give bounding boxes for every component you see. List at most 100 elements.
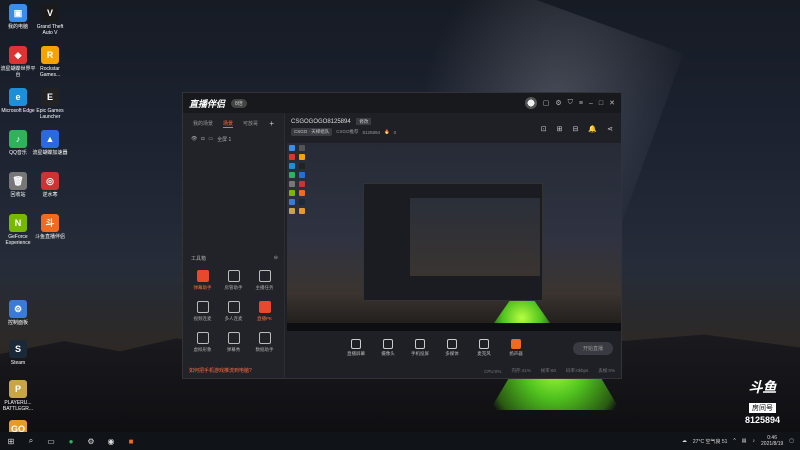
network-icon[interactable]: ▤ <box>742 438 747 444</box>
desktop-icon[interactable]: E Epic Games Launcher <box>32 88 68 120</box>
tool-icon <box>196 270 209 282</box>
desktop-icon[interactable]: e Microsoft Edge <box>0 88 36 114</box>
status-item: 内存:41% <box>511 368 531 373</box>
title-icons: ▢ ⚙ ⛉ ≡ – □ ✕ <box>524 97 615 109</box>
tab-other[interactable]: 可放哥 <box>243 120 258 127</box>
desktop-icon-label: PLAYERU... BATTLEGR... <box>2 400 34 412</box>
fans-count: 0 <box>393 129 397 135</box>
settings-taskbar-icon[interactable]: ⚙ <box>86 436 96 446</box>
clock-date: 2021/8/19 <box>761 441 784 447</box>
task-view-icon[interactable]: ▭ <box>46 436 56 446</box>
source-button[interactable]: 直播屏幕 <box>343 339 369 357</box>
gift-icon[interactable]: ⊞ <box>557 125 563 133</box>
desktop-icon[interactable]: ♪ QQ音乐 <box>0 130 36 156</box>
source-icon <box>351 339 361 349</box>
desktop-icon[interactable]: ⚙ 控制面板 <box>0 300 36 326</box>
tool-item[interactable]: 弹幕秀 <box>218 332 249 353</box>
tool-item[interactable]: 弹幕助手 <box>187 270 218 291</box>
fire-icon: 🔥 <box>384 129 390 134</box>
desktop-icon[interactable]: 斗斗鱼直播伴侣 <box>32 214 68 240</box>
desktop-icon[interactable]: P PLAYERU... BATTLEGR... <box>0 380 36 412</box>
room-title: CSGOGOGO8125894 <box>291 119 351 125</box>
toolbox-grid: 弹幕助手 房管助手 主播任务视频连麦 多人连麦 直播PK 虚拟形象 弹幕秀 数据助手 <box>187 270 280 353</box>
douyu-taskbar-icon[interactable]: ■ <box>126 436 136 446</box>
menu-icon[interactable]: ≡ <box>579 100 583 107</box>
clock[interactable]: 0:46 2021/8/19 <box>761 435 783 447</box>
room-header: CSGOGOGO8125894 修改 CSGO · 天梯组队 CSGO推荐 81… <box>291 118 397 136</box>
bell-icon[interactable]: 🔔 <box>588 125 597 133</box>
avatar[interactable] <box>524 97 537 109</box>
message-icon[interactable]: ▢ <box>543 99 550 107</box>
tool-item[interactable]: 主播任务 <box>249 270 280 291</box>
bottom-hint[interactable]: 如何把手机游戏推流到电脑? <box>189 367 252 374</box>
watermark-room-number: 8125894 <box>744 415 780 425</box>
notification-icon[interactable]: ▢ <box>789 438 794 444</box>
weather-text[interactable]: 27°C 空气良 51 <box>693 438 728 445</box>
source-button[interactable]: 多媒体 <box>439 339 465 357</box>
scene-label: 全屏 1 <box>217 137 232 143</box>
live-companion-window[interactable]: 直播伴侣 8倍 ▢ ⚙ ⛉ ≡ – □ ✕ 我的场景 场景 可放哥 + 👁 ◘ … <box>182 92 622 379</box>
desktop-icon-label: Steam <box>10 360 26 366</box>
tool-label: 数据助手 <box>255 347 274 352</box>
tray-arrow-icon[interactable]: ^ <box>733 438 735 444</box>
version-badge: 8倍 <box>231 98 247 108</box>
tool-item[interactable]: 房管助手 <box>218 270 249 291</box>
shield-icon[interactable]: ⛉ <box>568 99 573 107</box>
qq-music-taskbar-icon[interactable]: ● <box>66 436 76 446</box>
tool-item[interactable]: 直播PK <box>249 301 280 322</box>
desktop-icon[interactable]: ▣ 我的电脑 <box>0 4 36 30</box>
app-icon: ♪ <box>9 130 27 148</box>
source-button[interactable]: 扬声器 <box>503 339 529 357</box>
desktop-icon[interactable]: S Steam <box>0 340 36 366</box>
desktop-icon-label: Epic Games Launcher <box>36 108 64 120</box>
tab-my-scenes[interactable]: 我的场景 <box>193 120 213 127</box>
tool-item[interactable]: 虚拟形象 <box>187 332 218 353</box>
share-icon[interactable]: ⋖ <box>607 125 613 133</box>
close-icon[interactable]: ✕ <box>609 99 615 107</box>
cloud-icon: ☁ <box>681 438 687 444</box>
tab-scenes[interactable]: 场景 <box>223 120 234 128</box>
search-icon[interactable]: ⌕ <box>26 436 36 446</box>
desktop-icon[interactable]: R Rockstar Games... <box>32 46 68 78</box>
toolbox-title: 工具箱 <box>191 256 207 262</box>
lock-icon[interactable]: ◘ <box>201 136 204 143</box>
start-live-button[interactable]: 开始直播 <box>572 341 613 355</box>
tool-item[interactable]: 多人连麦 <box>218 301 249 322</box>
source-button[interactable]: 麦克风 <box>471 339 497 357</box>
screen-icon[interactable]: ⊟ <box>573 125 579 133</box>
tool-icon <box>196 301 209 313</box>
titlebar[interactable]: 直播伴侣 8倍 ▢ ⚙ ⛉ ≡ – □ ✕ <box>183 93 621 113</box>
steam-taskbar-icon[interactable]: ◉ <box>106 436 116 446</box>
scene-item[interactable]: 👁 ◘ ▭ 全屏 1 <box>183 134 284 145</box>
add-icon[interactable]: + <box>269 119 274 128</box>
eye-icon[interactable]: 👁 <box>191 136 197 143</box>
record-icon[interactable]: ⊡ <box>541 125 547 133</box>
windows-start-icon[interactable]: ⊞ <box>6 436 16 446</box>
desktop-icon[interactable]: V Grand Theft Auto V <box>32 4 68 36</box>
desktop-icon[interactable]: ▲ 流星蝴蝶加速器 <box>32 130 68 156</box>
app-logo: 直播伴侣 <box>189 98 226 109</box>
tool-item[interactable]: 视频连麦 <box>187 301 218 322</box>
tool-label: 多人连麦 <box>224 316 243 321</box>
volume-icon[interactable]: ♪ <box>753 438 756 444</box>
preview-canvas[interactable] <box>287 143 621 331</box>
maximize-icon[interactable]: □ <box>599 100 603 107</box>
tool-item[interactable]: 数据助手 <box>249 332 280 353</box>
desktop-icon-label: 斗鱼直播伴侣 <box>34 234 65 240</box>
settings-icon[interactable]: ⚙ <box>555 99 561 107</box>
app-icon: ▲ <box>41 130 59 148</box>
minimize-icon[interactable]: – <box>589 100 593 107</box>
source-icon <box>447 339 457 349</box>
desktop-icon[interactable]: N GeForce Experience <box>0 214 36 246</box>
desktop-icon[interactable]: 🗑 回收站 <box>0 172 36 198</box>
edit-button[interactable]: 修改 <box>356 118 372 125</box>
category-pill[interactable]: CSGO · 天梯组队 <box>291 128 333 136</box>
desktop-icon[interactable]: ◎ 逆水寒 <box>32 172 68 198</box>
tool-label: 主播任务 <box>255 285 274 290</box>
source-button[interactable]: 手机投屏 <box>407 339 433 357</box>
source-button[interactable]: 摄像头 <box>375 339 401 357</box>
left-pane: 我的场景 场景 可放哥 + 👁 ◘ ▭ 全屏 1 工具箱 ⊖ 弹幕助手 房管助手 主… <box>183 113 285 378</box>
desktop-icon[interactable]: ◆ 流星蝴蝶世界平台 <box>0 46 36 78</box>
status-bar: CPU:0% 内存:41% 帧率:60 码率:0kbps 丢帧:0% <box>287 364 621 378</box>
collapse-icon[interactable]: ⊖ <box>274 255 278 262</box>
